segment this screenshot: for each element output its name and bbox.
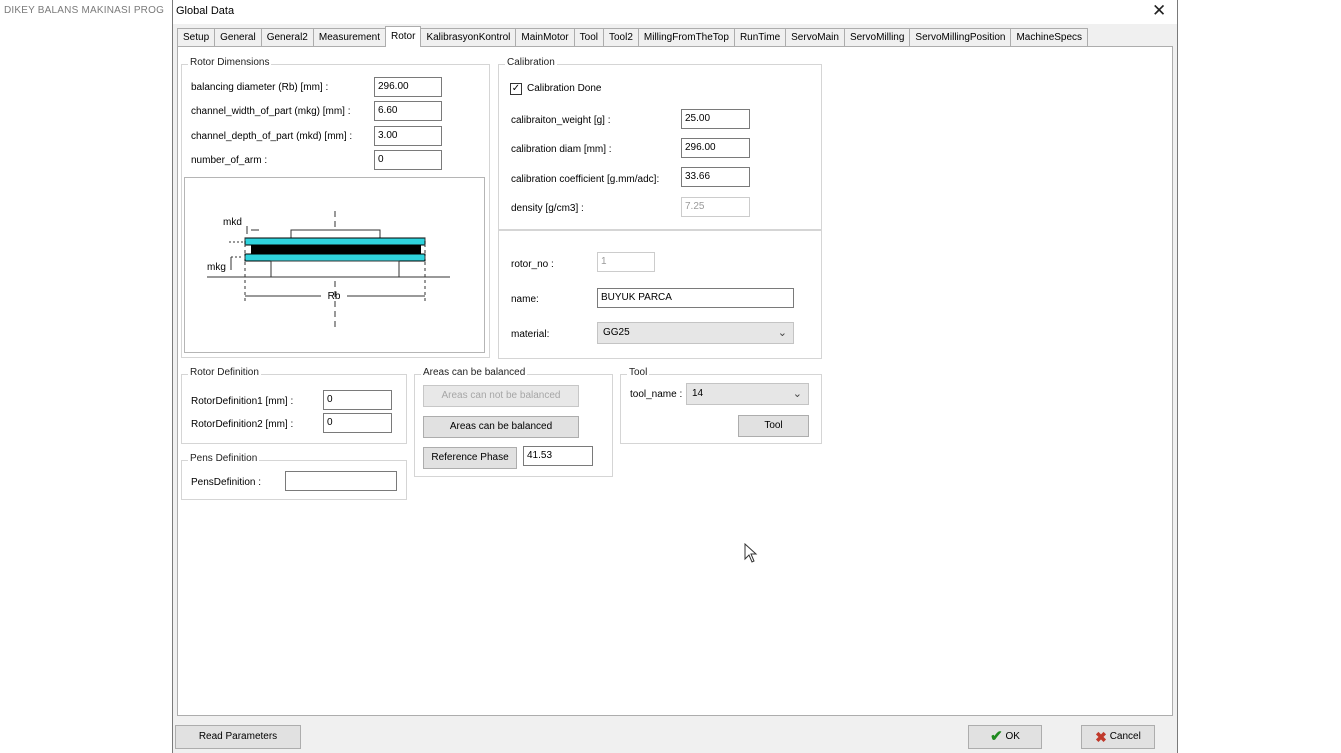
rotor-upper-plate	[244, 237, 426, 246]
calibration-diam-label: calibration diam [mm] :	[511, 144, 612, 155]
rotor-definition2-label: RotorDefinition2 [mm] :	[191, 419, 294, 430]
chevron-down-icon: ⌄	[792, 388, 802, 400]
balancing-diameter-input[interactable]: 296.00	[374, 77, 442, 97]
mkg-label: mkg	[207, 262, 226, 273]
material-value: GG25	[603, 327, 630, 338]
rotor-info-group: rotor_no : 1 name: BUYUK PARCA material:…	[498, 230, 822, 359]
tab-measurement[interactable]: Measurement	[312, 28, 386, 47]
rotor-lower-hub	[270, 260, 400, 278]
areas-legend: Areas can be balanced	[421, 367, 528, 378]
mouse-cursor-icon	[744, 543, 758, 563]
rotor-dimensions-legend: Rotor Dimensions	[188, 57, 272, 68]
pens-definition-label: PensDefinition :	[191, 477, 262, 488]
tool-group: Tool tool_name : 14 ⌄ Tool	[620, 367, 822, 444]
tool-legend: Tool	[627, 367, 650, 378]
calibration-weight-label: calibraiton_weight [g] :	[511, 115, 611, 126]
channel-width-input[interactable]: 6.60	[374, 101, 442, 121]
cancel-label: Cancel	[1109, 731, 1141, 742]
rotor-diagram-frame: Rb mkd mkg	[184, 177, 485, 353]
tab-kalibrasyonkontrol[interactable]: KalibrasyonKontrol	[420, 28, 517, 47]
rotor-no-input: 1	[597, 252, 655, 272]
tab-tool[interactable]: Tool	[573, 28, 604, 47]
tool-name-label: tool_name :	[630, 389, 683, 400]
tab-servomain[interactable]: ServoMain	[785, 28, 845, 47]
calibration-done-label: Calibration Done	[527, 83, 602, 94]
density-label: density [g/cm3] :	[511, 203, 584, 214]
mkd-label: mkd	[223, 217, 242, 228]
calibration-diam-input[interactable]: 296.00	[681, 138, 750, 158]
rotor-lower-plate	[244, 253, 426, 262]
tab-page-rotor: Rotor Dimensions balancing diameter (Rb)…	[177, 46, 1173, 716]
rotor-diagram: Rb mkd mkg	[207, 211, 450, 328]
window-title: Global Data	[176, 5, 235, 17]
areas-cannot-be-balanced-button: Areas can not be balanced	[423, 385, 579, 407]
ok-label: OK	[1005, 731, 1020, 742]
reference-phase-input[interactable]: 41.53	[523, 446, 593, 466]
checkmark-icon: ✓	[511, 83, 521, 94]
calibration-weight-input[interactable]: 25.00	[681, 109, 750, 129]
calibration-coefficient-input[interactable]: 33.66	[681, 167, 750, 187]
rotor-dimensions-group: Rotor Dimensions balancing diameter (Rb)…	[181, 57, 490, 358]
channel-depth-label: channel_depth_of_part (mkd) [mm] :	[191, 131, 353, 142]
density-input: 7.25	[681, 197, 750, 217]
chevron-down-icon: ⌄	[777, 327, 787, 339]
channel-width-label: channel_width_of_part (mkg) [mm] :	[191, 106, 351, 117]
rotor-core	[251, 245, 421, 254]
rotor-no-label: rotor_no :	[511, 259, 554, 270]
name-input[interactable]: BUYUK PARCA	[597, 288, 794, 308]
name-label: name:	[511, 294, 539, 305]
tab-mainmotor[interactable]: MainMotor	[515, 28, 575, 47]
tab-runtime[interactable]: RunTime	[733, 28, 787, 47]
areas-group: Areas can be balanced Areas can not be b…	[414, 367, 613, 477]
rotor-upper-hub	[290, 229, 381, 239]
rb-label: Rb	[328, 291, 341, 302]
tab-servomilling[interactable]: ServoMilling	[843, 28, 911, 47]
read-parameters-button[interactable]: Read Parameters	[175, 725, 301, 749]
cancel-button[interactable]: ✖ Cancel	[1081, 725, 1155, 749]
window-titlebar: Global Data	[173, 0, 1177, 24]
tool-name-select[interactable]: 14 ⌄	[686, 383, 809, 405]
calibration-done-checkbox[interactable]: ✓	[510, 83, 522, 95]
tab-machinespecs[interactable]: MachineSpecs	[1010, 28, 1089, 47]
rotor-definition1-label: RotorDefinition1 [mm] :	[191, 396, 294, 407]
pens-definition-group: Pens Definition PensDefinition :	[181, 453, 407, 500]
global-data-window: Global Data Setup General General2 Measurem…	[172, 0, 1178, 753]
tab-rotor[interactable]: Rotor	[385, 26, 422, 47]
tool-name-value: 14	[692, 388, 704, 399]
tool-button[interactable]: Tool	[738, 415, 809, 437]
tab-millingfromthetop[interactable]: MillingFromTheTop	[637, 28, 735, 47]
tab-strip: Setup General General2 Measurement Rotor Kali…	[177, 26, 1089, 47]
pens-definition-input[interactable]	[285, 471, 397, 491]
number-of-arm-label: number_of_arm :	[191, 155, 268, 166]
tab-tool2[interactable]: Tool2	[603, 28, 639, 47]
tab-general2[interactable]: General2	[260, 28, 314, 47]
material-label: material:	[511, 329, 550, 340]
rotor-definition1-input[interactable]: 0	[323, 390, 392, 410]
close-icon[interactable]: ✕	[1152, 2, 1166, 20]
rotor-definition2-input[interactable]: 0	[323, 413, 392, 433]
calibration-group: Calibration ✓ Calibration Done calibrait…	[498, 57, 822, 230]
pens-definition-legend: Pens Definition	[188, 453, 260, 464]
calibration-legend: Calibration	[505, 57, 557, 68]
tab-setup[interactable]: Setup	[177, 28, 216, 47]
background-app-title: DIKEY BALANS MAKINASI PROG	[4, 5, 165, 16]
tab-general[interactable]: General	[214, 28, 262, 47]
rotor-definition-group: Rotor Definition RotorDefinition1 [mm] :…	[181, 367, 407, 444]
channel-depth-input[interactable]: 3.00	[374, 126, 442, 146]
reference-phase-button[interactable]: Reference Phase	[423, 447, 517, 469]
rotor-definition-legend: Rotor Definition	[188, 367, 261, 378]
areas-can-be-balanced-button[interactable]: Areas can be balanced	[423, 416, 579, 438]
material-select[interactable]: GG25 ⌄	[597, 322, 794, 344]
tab-servomillingposition[interactable]: ServoMillingPosition	[909, 28, 1012, 47]
ok-button[interactable]: ✔ OK	[968, 725, 1042, 749]
number-of-arm-input[interactable]: 0	[374, 150, 442, 170]
checkmark-icon: ✔	[990, 728, 1003, 745]
calibration-coefficient-label: calibration coefficient [g.mm/adc]:	[511, 174, 660, 185]
cancel-x-icon: ✖	[1095, 729, 1107, 745]
balancing-diameter-label: balancing diameter (Rb) [mm] :	[191, 82, 329, 93]
